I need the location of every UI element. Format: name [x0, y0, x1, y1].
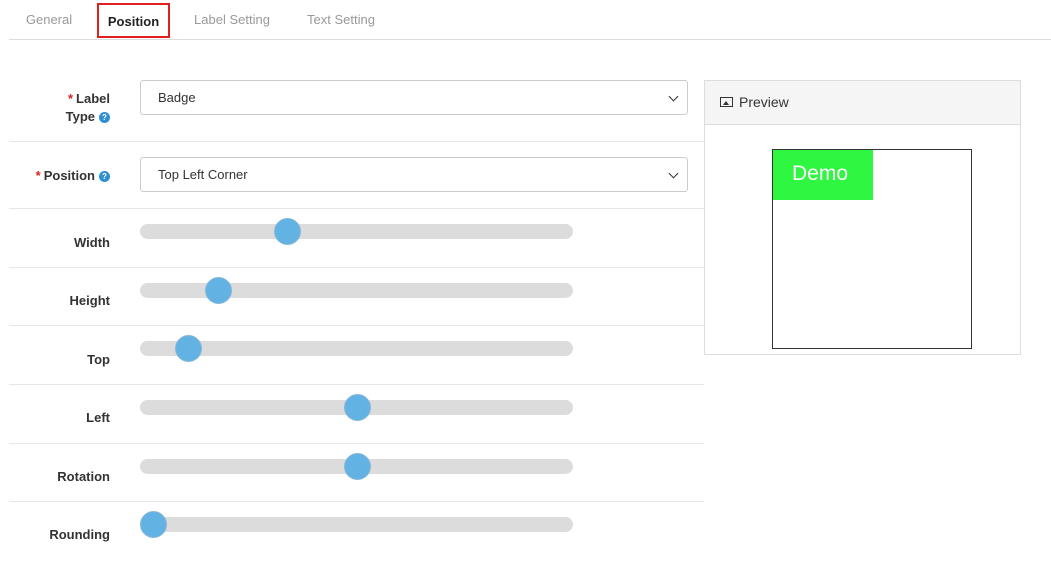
top-slider-handle[interactable] [174, 335, 202, 362]
left-slider[interactable] [140, 394, 573, 421]
top-label: Top [87, 352, 110, 367]
top-row: Top [9, 325, 704, 385]
position-label: * Position? [36, 167, 110, 185]
rotation-label: Rotation [57, 469, 110, 484]
width-slider[interactable] [140, 218, 573, 245]
label-type-label-text: Label [76, 91, 110, 106]
tab-label-setting[interactable]: Label Setting [192, 0, 272, 39]
required-mark: * [67, 91, 74, 106]
help-icon[interactable]: ? [99, 171, 110, 183]
rotation-slider[interactable] [140, 453, 573, 480]
height-slider-handle[interactable] [204, 277, 232, 304]
label-type-value: Badge [158, 90, 196, 105]
tab-general[interactable]: General [25, 0, 73, 39]
left-label: Left [86, 410, 110, 425]
image-icon [720, 97, 733, 108]
position-select[interactable]: Top Left Corner [140, 157, 688, 192]
width-label: Width [74, 235, 110, 250]
required-mark: * [35, 168, 41, 183]
tab-bar: General Position Label Setting Text Sett… [9, 0, 1051, 40]
position-value: Top Left Corner [158, 167, 248, 182]
preview-canvas: Demo [772, 149, 972, 349]
label-type-select[interactable]: Badge [140, 80, 688, 115]
tab-position[interactable]: Position [97, 3, 170, 38]
demo-badge: Demo [773, 150, 873, 200]
preview-title: Preview [739, 94, 789, 110]
chevron-down-icon [668, 168, 679, 179]
height-slider[interactable] [140, 277, 573, 304]
rounding-slider-handle[interactable] [139, 511, 167, 538]
label-type-row: * Label Type? Badge [9, 67, 704, 142]
help-icon[interactable]: ? [99, 112, 110, 124]
left-slider-handle[interactable] [343, 394, 371, 421]
rounding-label: Rounding [49, 527, 110, 542]
rotation-slider-handle[interactable] [343, 453, 371, 480]
top-slider[interactable] [140, 335, 573, 362]
rounding-row: Rounding [9, 501, 704, 561]
preview-panel: Preview Demo [704, 80, 1021, 355]
height-label: Height [69, 293, 110, 308]
position-row: * Position? Top Left Corner [9, 141, 704, 209]
chevron-down-icon [668, 91, 679, 102]
rotation-row: Rotation [9, 443, 704, 502]
tab-text-setting[interactable]: Text Setting [305, 0, 377, 39]
label-type-label: * Label Type? [66, 90, 110, 126]
height-row: Height [9, 267, 704, 326]
rounding-slider[interactable] [139, 511, 573, 538]
position-label-text: Position [43, 168, 95, 183]
left-row: Left [9, 384, 704, 444]
width-slider-handle[interactable] [274, 218, 302, 245]
width-row: Width [9, 208, 704, 268]
preview-header: Preview [705, 81, 1020, 125]
label-type-label-text-2: Type [65, 109, 95, 124]
